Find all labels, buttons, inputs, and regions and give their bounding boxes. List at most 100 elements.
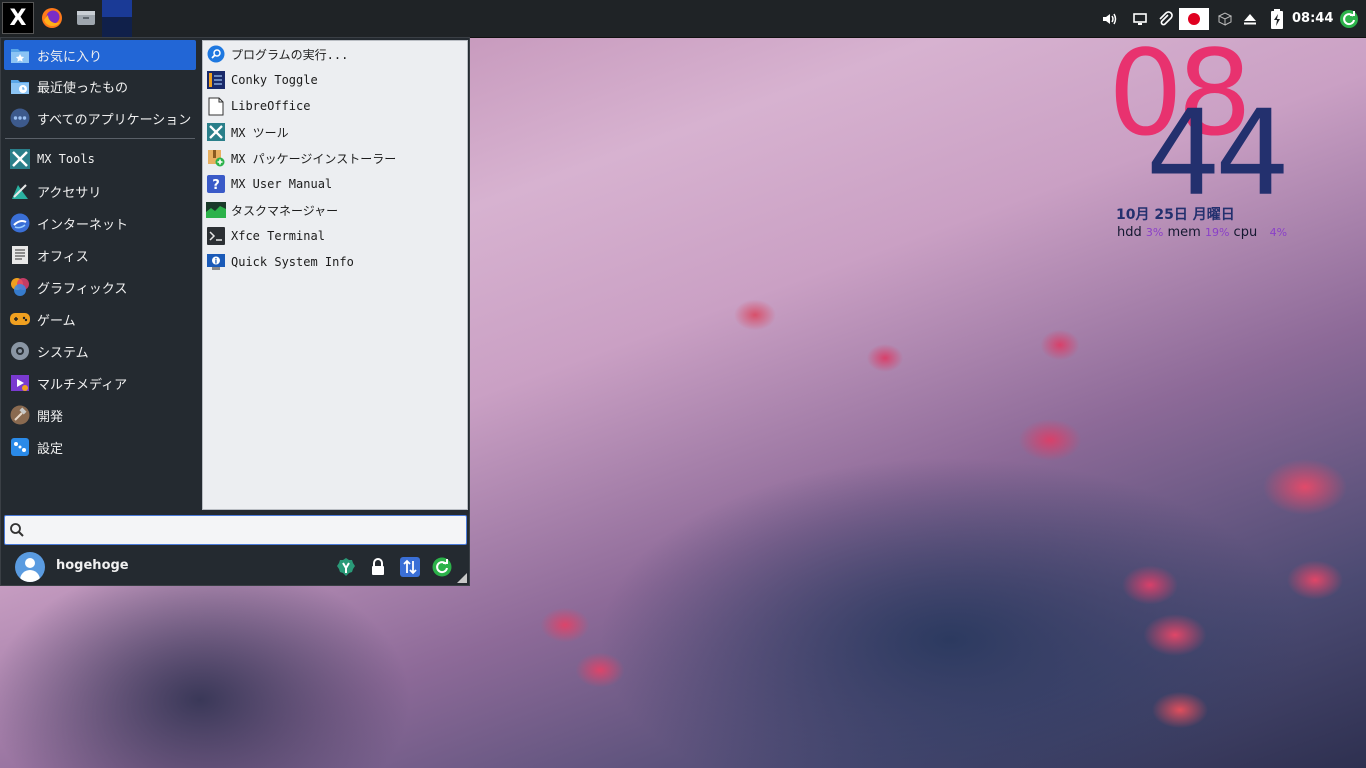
app-label: MX ツール <box>231 125 289 140</box>
settings-manager-button[interactable] <box>334 555 358 579</box>
app-label: Quick System Info <box>231 255 354 269</box>
run-program-icon <box>206 44 226 64</box>
category-office[interactable]: オフィス <box>1 239 199 271</box>
workspace-1[interactable] <box>102 0 132 17</box>
mx-menu-button[interactable]: X <box>2 2 34 34</box>
category-label: オフィス <box>37 249 89 265</box>
settings-icon <box>9 436 31 458</box>
favorites-folder-icon <box>9 44 31 66</box>
category-games[interactable]: ゲーム <box>1 303 199 335</box>
libreoffice-icon <box>206 96 226 116</box>
conky-stats: hdd 3% mem 19% cpu 4% <box>1117 225 1287 240</box>
app-label: LibreOffice <box>231 99 311 113</box>
all-apps-icon <box>9 107 31 129</box>
conky-cpu-label: cpu <box>1233 225 1258 240</box>
lock-screen-button[interactable] <box>366 555 390 579</box>
accessories-icon <box>9 180 31 202</box>
app-libreoffice[interactable]: LibreOffice <box>203 93 467 119</box>
app-label: タスクマネージャー <box>231 203 339 218</box>
switch-user-button[interactable] <box>398 555 422 579</box>
user-bar: hogehoge <box>1 548 469 585</box>
mx-tools-icon <box>206 122 226 142</box>
help-icon: ? <box>206 174 226 194</box>
category-development[interactable]: 開発 <box>1 399 199 431</box>
user-avatar <box>15 552 45 582</box>
category-label: 開発 <box>37 409 64 425</box>
logout-icon <box>432 557 452 577</box>
file-manager-launcher[interactable] <box>70 2 102 34</box>
category-all-apps[interactable]: すべてのアプリケーション <box>1 102 199 134</box>
multimedia-icon <box>9 372 31 394</box>
app-package-installer[interactable]: MX パッケージインストーラー <box>203 145 467 171</box>
app-label: Conky Toggle <box>231 73 318 87</box>
category-label: アクセサリ <box>37 185 102 201</box>
category-label: MX Tools <box>37 152 95 166</box>
category-label: すべてのアプリケーション <box>37 112 192 128</box>
conky-hdd-value: 3% <box>1145 226 1164 239</box>
games-icon <box>9 308 31 330</box>
switch-user-icon <box>400 557 420 577</box>
category-label: お気に入り <box>37 49 103 65</box>
conky-date: 10月 25日 月曜日 <box>1116 207 1235 223</box>
category-graphics[interactable]: グラフィックス <box>1 271 199 303</box>
terminal-icon <box>206 226 226 246</box>
battery-button[interactable] <box>1266 0 1288 37</box>
app-xfce-terminal[interactable]: Xfce Terminal <box>203 223 467 249</box>
category-label: マルチメディア <box>37 377 128 393</box>
search-icon <box>10 523 24 537</box>
category-separator <box>5 138 195 139</box>
svg-text:?: ? <box>212 178 220 193</box>
application-menu: お気に入り 最近使ったもの すべてのアプリケーション MX Tools アクセサ… <box>0 37 470 586</box>
updater-button[interactable] <box>1338 0 1360 37</box>
panel-clock[interactable]: 08:44 <box>1292 0 1333 37</box>
username: hogehoge <box>56 558 129 573</box>
development-icon <box>9 404 31 426</box>
mx-logo-icon: X <box>9 5 27 31</box>
logout-button[interactable] <box>430 555 454 579</box>
search-input[interactable] <box>31 519 465 543</box>
firefox-launcher[interactable] <box>36 2 68 34</box>
category-accessories[interactable]: アクセサリ <box>1 175 199 207</box>
category-label: インターネット <box>37 217 129 233</box>
svg-text:i: i <box>215 258 217 266</box>
search-box[interactable] <box>4 515 467 545</box>
system-info-icon: i <box>206 252 226 272</box>
system-icon <box>9 340 31 362</box>
category-label: ゲーム <box>37 313 76 329</box>
battery-charging-icon <box>1271 8 1283 29</box>
category-internet[interactable]: インターネット <box>1 207 199 239</box>
internet-icon <box>9 212 31 234</box>
mx-tools-icon <box>9 148 31 170</box>
category-favorites[interactable]: お気に入り <box>4 40 196 70</box>
workspace-switcher[interactable] <box>102 0 132 37</box>
conky-mem-label: mem <box>1167 225 1201 240</box>
app-run-program[interactable]: プログラムの実行... <box>203 41 467 67</box>
application-list: プログラムの実行... Conky Toggle LibreOffice MX … <box>202 40 468 510</box>
app-mx-tools[interactable]: MX ツール <box>203 119 467 145</box>
firefox-icon <box>42 8 62 28</box>
conky-mem-value: 19% <box>1204 226 1230 239</box>
file-manager-icon <box>77 11 95 25</box>
task-manager-icon <box>206 200 226 220</box>
resize-grip[interactable] <box>457 573 467 583</box>
conky-minute: 44 <box>1146 84 1290 222</box>
app-conky-toggle[interactable]: Conky Toggle <box>203 67 467 93</box>
category-list: お気に入り 最近使ったもの すべてのアプリケーション MX Tools アクセサ… <box>1 38 199 463</box>
app-label: MX パッケージインストーラー <box>231 151 397 166</box>
category-system[interactable]: システム <box>1 335 199 367</box>
app-label: プログラムの実行... <box>231 47 349 62</box>
app-task-manager[interactable]: タスクマネージャー <box>203 197 467 223</box>
package-installer-icon <box>206 148 226 168</box>
category-label: 設定 <box>37 441 64 457</box>
office-icon <box>9 244 31 266</box>
category-multimedia[interactable]: マルチメディア <box>1 367 199 399</box>
app-quick-system-info[interactable]: i Quick System Info <box>203 249 467 275</box>
conky-hdd-label: hdd <box>1117 225 1142 240</box>
app-mx-user-manual[interactable]: ? MX User Manual <box>203 171 467 197</box>
app-label: MX User Manual <box>231 177 333 191</box>
category-settings[interactable]: 設定 <box>1 431 199 463</box>
category-recent[interactable]: 最近使ったもの <box>1 70 199 102</box>
category-label: 最近使ったもの <box>37 80 129 96</box>
category-mx-tools[interactable]: MX Tools <box>1 143 199 175</box>
conky-cpu-value: 4% <box>1269 226 1288 239</box>
